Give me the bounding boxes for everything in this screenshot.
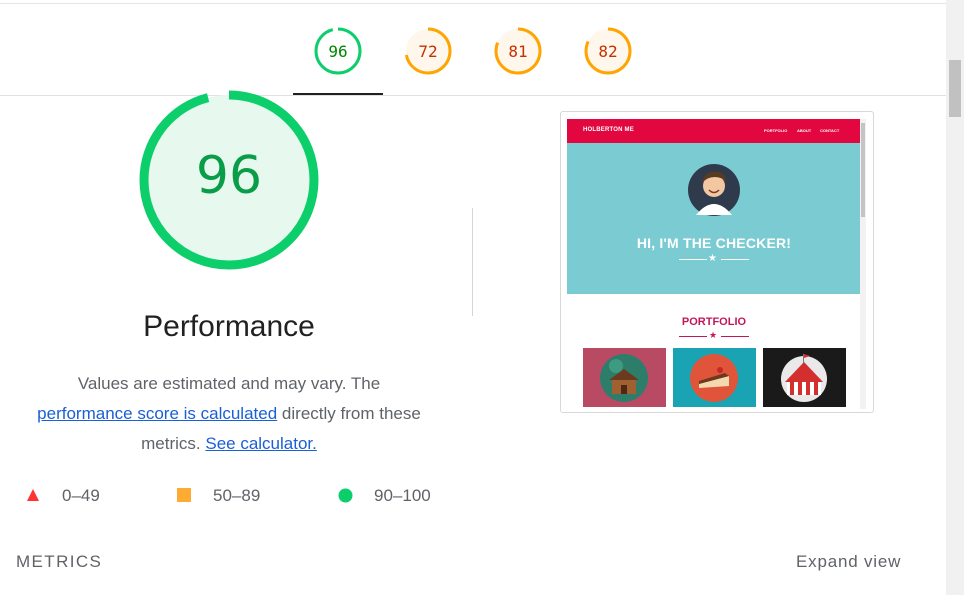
description-text-before: Values are estimated and may vary. The (77, 374, 381, 393)
score-calculation-link[interactable]: performance score is calculated (37, 404, 277, 423)
legend-pass-range: 90–100 (374, 486, 431, 505)
thumbnail-scrollbar-thumb (861, 123, 865, 217)
site-nav-portfolio: PORTFOLIO (764, 128, 788, 133)
cake-icon (690, 354, 738, 402)
portfolio-separator-left (679, 336, 707, 337)
triangle-icon (27, 489, 39, 501)
best-practices-gauge-link[interactable]: 81 (494, 27, 542, 77)
portfolio-tile-cabin (583, 348, 666, 407)
site-nav-about: ABOUT (797, 128, 812, 133)
thumbnail-scrollbar (860, 119, 866, 409)
seo-gauge-link[interactable]: 82 (584, 27, 632, 77)
accessibility-gauge-link[interactable]: 72 (404, 27, 452, 77)
site-brand: HOLBERTON ME (583, 127, 634, 133)
score-description: Values are estimated and may vary. The p… (20, 369, 438, 459)
site-hero: HI, I'M THE CHECKER! ★ (567, 143, 861, 294)
expand-view-toggle[interactable]: Expand view (796, 552, 901, 572)
final-screenshot[interactable]: HOLBERTON ME PORTFOLIO ABOUT CONTACT HI,… (560, 111, 874, 413)
main-score: 96 (195, 146, 263, 206)
star-icon: ★ (708, 253, 717, 264)
category-title: Performance (143, 310, 315, 343)
site-portfolio-title: PORTFOLIO (681, 316, 747, 328)
portfolio-tile-cake (673, 348, 756, 407)
avatar-icon (688, 164, 740, 216)
site-preview: HOLBERTON ME PORTFOLIO ABOUT CONTACT HI,… (567, 119, 861, 409)
hero-separator-right (721, 259, 749, 260)
cabin-icon (600, 354, 648, 402)
circle-icon (338, 488, 353, 503)
site-hero-title: HI, I'M THE CHECKER! (636, 235, 792, 251)
window-scrollbar-thumb[interactable] (949, 60, 961, 117)
portfolio-tile-circus (763, 348, 846, 407)
seo-score: 82 (598, 42, 618, 61)
portfolio-separator-right (721, 336, 749, 337)
square-icon (177, 488, 191, 502)
main-gauge-ring (139, 90, 319, 270)
see-calculator-link[interactable]: See calculator. (205, 434, 317, 453)
best-practices-score: 81 (508, 42, 528, 61)
performance-main-gauge: 96 (135, 90, 323, 276)
vertical-divider (472, 208, 473, 316)
star-icon: ★ (709, 330, 718, 340)
hero-separator-left (679, 259, 707, 260)
accessibility-score: 72 (418, 42, 438, 61)
legend-average-range: 50–89 (213, 486, 261, 505)
legend-fail-range: 0–49 (62, 486, 100, 505)
circus-tent-icon (781, 354, 827, 402)
site-navbar: HOLBERTON ME PORTFOLIO ABOUT CONTACT (567, 119, 861, 143)
window-scrollbar[interactable] (946, 0, 964, 595)
site-nav-contact: CONTACT (820, 128, 840, 133)
metrics-heading: METRICS (16, 552, 103, 571)
